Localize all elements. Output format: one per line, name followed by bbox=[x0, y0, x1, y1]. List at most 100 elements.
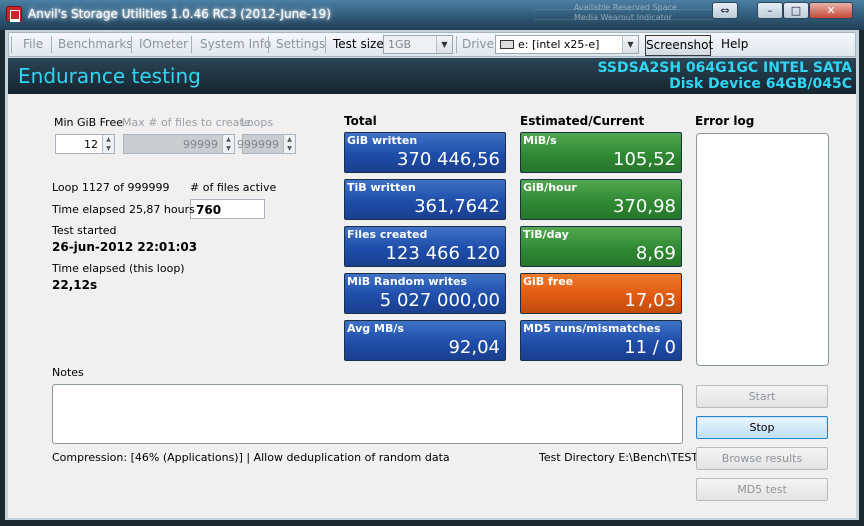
tile-tib-day: TiB/day 8,69 bbox=[520, 226, 682, 267]
max-files-label: Max # of files to create bbox=[122, 116, 251, 129]
tile-label: Files created bbox=[347, 228, 428, 241]
start-button[interactable]: Start bbox=[696, 385, 828, 408]
spinner-arrows-icon[interactable]: ▲ ▼ bbox=[283, 135, 295, 153]
notes-label: Notes bbox=[52, 366, 84, 379]
loop-counter: Loop 1127 of 999999 bbox=[52, 181, 170, 194]
tile-mib-random-writes: MiB Random writes 5 027 000,00 bbox=[344, 273, 506, 314]
device-line-1: SSDSA2SH 064G1GC INTEL SATA bbox=[597, 60, 852, 76]
tile-value: 370,98 bbox=[613, 196, 676, 217]
tile-gib-written: GiB written 370 446,56 bbox=[344, 132, 506, 173]
test-directory: Test Directory E:\Bench\TEST bbox=[539, 451, 699, 464]
minimize-button[interactable]: – bbox=[757, 2, 783, 19]
menu-separator bbox=[456, 36, 457, 53]
page-title: Endurance testing bbox=[18, 64, 201, 88]
tile-value: 5 027 000,00 bbox=[379, 290, 500, 311]
menu-benchmarks[interactable]: Benchmarks bbox=[58, 37, 133, 51]
menu-separator bbox=[131, 36, 132, 53]
tile-tib-written: TiB written 361,7642 bbox=[344, 179, 506, 220]
tile-avg-mbs: Avg MB/s 92,04 bbox=[344, 320, 506, 361]
maximize-button[interactable]: □ bbox=[783, 2, 809, 19]
tile-value: 370 446,56 bbox=[396, 149, 500, 170]
close-button[interactable]: ✕ bbox=[809, 2, 853, 19]
tile-label: MD5 runs/mismatches bbox=[523, 322, 661, 335]
test-size-select[interactable]: 1GB ▼ bbox=[383, 35, 453, 54]
files-active-value: 760 bbox=[196, 203, 222, 217]
test-started-label: Test started bbox=[52, 224, 117, 237]
tile-label: GiB free bbox=[523, 275, 574, 288]
tile-gib-hour: GiB/hour 370,98 bbox=[520, 179, 682, 220]
estimated-header: Estimated/Current bbox=[520, 114, 645, 128]
totals-header: Total bbox=[344, 114, 377, 128]
chevron-down-icon: ▼ bbox=[436, 36, 452, 53]
loops-label: Loops bbox=[241, 116, 274, 129]
tile-value: 361,7642 bbox=[414, 196, 500, 217]
tile-label: GiB/hour bbox=[523, 181, 577, 194]
spinner-arrows-icon[interactable]: ▲ ▼ bbox=[102, 135, 114, 153]
menu-file[interactable]: File bbox=[23, 37, 43, 51]
loop-elapsed-label: Time elapsed (this loop) bbox=[52, 262, 185, 275]
header-band: Endurance testing SSDSA2SH 064G1GC INTEL… bbox=[8, 58, 856, 94]
tile-label: GiB written bbox=[347, 134, 418, 147]
error-log-header: Error log bbox=[695, 114, 755, 128]
max-files-value: 99999 bbox=[183, 138, 218, 151]
menu-bar: File Benchmarks IOmeter System Info Sett… bbox=[8, 32, 856, 57]
tile-value: 17,03 bbox=[624, 290, 676, 311]
min-gib-free-input[interactable]: 12 ▲ ▼ bbox=[55, 134, 115, 154]
tile-label: MiB Random writes bbox=[347, 275, 468, 288]
tile-label: MiB/s bbox=[523, 134, 557, 147]
error-log-box[interactable] bbox=[696, 133, 829, 366]
drive-icon bbox=[500, 40, 514, 49]
background-window-ghost: Available Reserved Space Media Wearout I… bbox=[534, 0, 714, 30]
tile-label: TiB/day bbox=[523, 228, 569, 241]
tile-value: 105,52 bbox=[613, 149, 676, 170]
main-panel: Min GiB Free 12 ▲ ▼ Max # of files to cre… bbox=[8, 94, 856, 518]
device-line-2: Disk Device 64GB/045C bbox=[669, 76, 852, 92]
drive-label: Drive bbox=[462, 37, 494, 51]
screenshot-button[interactable]: Screenshot bbox=[645, 35, 713, 56]
tile-files-created: Files created 123 466 120 bbox=[344, 226, 506, 267]
loops-input[interactable]: 999999 ▲ ▼ bbox=[237, 134, 296, 154]
ghost-line: Available Reserved Space bbox=[534, 0, 714, 12]
menu-help[interactable]: Help bbox=[721, 37, 748, 51]
test-size-value: 1GB bbox=[388, 38, 412, 51]
chevron-down-icon: ▼ bbox=[622, 36, 638, 53]
compression-status: Compression: [46% (Applications)] | Allo… bbox=[52, 451, 450, 464]
min-gib-free-value: 12 bbox=[84, 138, 98, 151]
loops-value: 999999 bbox=[237, 138, 279, 151]
tile-mibs: MiB/s 105,52 bbox=[520, 132, 682, 173]
grip-separator bbox=[11, 36, 12, 53]
files-active-field: 760 bbox=[190, 199, 265, 219]
drive-select[interactable]: e: [intel x25-e] ▼ bbox=[495, 35, 639, 54]
test-size-label: Test size bbox=[333, 37, 384, 51]
device-name: SSDSA2SH 064G1GC INTEL SATA Disk Device … bbox=[597, 60, 852, 92]
tile-value: 92,04 bbox=[448, 337, 500, 358]
menu-system-info[interactable]: System Info bbox=[200, 37, 271, 51]
menu-separator bbox=[268, 36, 269, 53]
tile-md5-runs: MD5 runs/mismatches 11 / 0 bbox=[520, 320, 682, 361]
browse-results-button[interactable]: Browse results bbox=[696, 447, 828, 470]
restore-icon[interactable]: ⇔ bbox=[712, 2, 738, 19]
tile-value: 11 / 0 bbox=[624, 337, 676, 358]
menu-settings[interactable]: Settings bbox=[276, 37, 325, 51]
ghost-line: Media Wearout Indicator bbox=[534, 10, 714, 22]
tile-label: Avg MB/s bbox=[347, 322, 404, 335]
window-title: Anvil's Storage Utilities 1.0.46 RC3 (20… bbox=[28, 7, 331, 21]
menu-separator bbox=[51, 36, 52, 53]
menu-iometer[interactable]: IOmeter bbox=[139, 37, 188, 51]
tile-value: 123 466 120 bbox=[385, 243, 500, 264]
menu-separator bbox=[325, 36, 326, 53]
tile-value: 8,69 bbox=[635, 243, 676, 264]
files-active-label: # of files active bbox=[190, 181, 277, 194]
spinner-arrows-icon[interactable]: ▲ ▼ bbox=[222, 135, 234, 153]
drive-value: e: [intel x25-e] bbox=[518, 38, 600, 51]
title-bar: Anvil's Storage Utilities 1.0.46 RC3 (20… bbox=[0, 0, 864, 30]
stop-button[interactable]: Stop bbox=[696, 416, 828, 439]
tile-label: TiB written bbox=[347, 181, 416, 194]
time-elapsed: Time elapsed 25,87 hours bbox=[52, 203, 195, 216]
test-started-value: 26-jun-2012 22:01:03 bbox=[52, 240, 198, 254]
loop-elapsed-value: 22,12s bbox=[52, 278, 98, 292]
max-files-input[interactable]: 99999 ▲ ▼ bbox=[123, 134, 235, 154]
notes-textarea[interactable] bbox=[52, 384, 683, 444]
tile-gib-free: GiB free 17,03 bbox=[520, 273, 682, 314]
md5-test-button[interactable]: MD5 test bbox=[696, 478, 828, 501]
